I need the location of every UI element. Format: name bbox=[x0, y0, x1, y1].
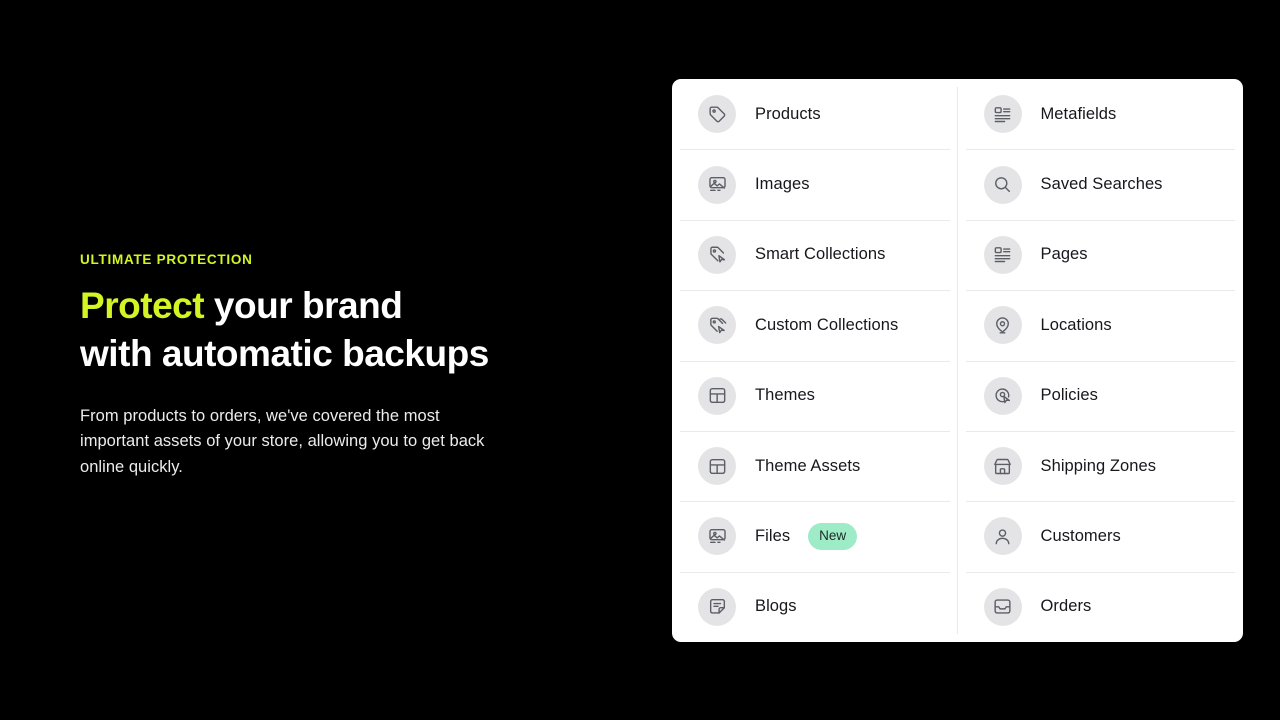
backup-assets-card: Products Images Smart Collections Custom Co… bbox=[672, 79, 1243, 642]
inbox-icon bbox=[983, 587, 1022, 626]
search-icon bbox=[983, 165, 1022, 204]
hero-section: ULTIMATE PROTECTION Protect your brand w… bbox=[0, 0, 1280, 720]
tag-cursor-icon bbox=[698, 235, 736, 274]
person-icon bbox=[983, 517, 1022, 556]
image-icon bbox=[698, 517, 736, 556]
asset-row-label: Custom Collections bbox=[755, 315, 899, 334]
tags-cursor-icon bbox=[698, 306, 736, 345]
headline-line-2: with automatic backups bbox=[80, 333, 489, 375]
asset-row-label: Saved Searches bbox=[1040, 175, 1163, 194]
asset-row-label: Blogs bbox=[755, 597, 797, 616]
store-icon bbox=[983, 447, 1022, 486]
asset-row[interactable]: Saved Searches bbox=[958, 149, 1244, 219]
asset-row[interactable]: Files New bbox=[672, 501, 958, 571]
hero-description: From products to orders, we've covered t… bbox=[80, 407, 485, 476]
asset-row-label: Products bbox=[755, 104, 821, 123]
asset-row[interactable]: Customers bbox=[958, 501, 1244, 571]
status-badge: New bbox=[808, 523, 858, 550]
asset-row[interactable]: Blogs bbox=[672, 571, 958, 642]
asset-row-label: Policies bbox=[1040, 386, 1098, 405]
tag-icon bbox=[698, 95, 736, 134]
asset-row[interactable]: Products bbox=[672, 79, 958, 149]
asset-row-label: Smart Collections bbox=[755, 245, 886, 264]
asset-row[interactable]: Custom Collections bbox=[672, 290, 958, 360]
text-block-icon bbox=[983, 235, 1022, 274]
note-icon bbox=[698, 587, 736, 626]
page-title: Protect your brand with automatic backup… bbox=[80, 282, 580, 378]
headline-rest: your brand bbox=[204, 285, 403, 327]
asset-row[interactable]: Locations bbox=[958, 290, 1244, 360]
asset-row[interactable]: Metafields bbox=[958, 79, 1244, 149]
asset-row-label: Images bbox=[755, 175, 810, 194]
asset-row-label: Customers bbox=[1040, 526, 1121, 545]
assets-column-left: Products Images Smart Collections Custom Co… bbox=[672, 79, 958, 642]
asset-row-label: Shipping Zones bbox=[1040, 456, 1157, 475]
asset-row-label: Theme Assets bbox=[755, 456, 861, 475]
asset-row[interactable]: Images bbox=[672, 149, 958, 219]
asset-row[interactable]: Themes bbox=[672, 360, 958, 431]
asset-row-label: Pages bbox=[1040, 245, 1088, 264]
asset-row[interactable]: Orders bbox=[958, 571, 1244, 642]
text-block-icon bbox=[983, 95, 1022, 134]
layout-icon bbox=[698, 447, 736, 486]
asset-row[interactable]: Pages bbox=[958, 219, 1244, 290]
image-icon bbox=[698, 165, 736, 204]
asset-row-label: Files bbox=[755, 526, 791, 545]
asset-row-label: Orders bbox=[1040, 597, 1092, 616]
asset-row[interactable]: Smart Collections bbox=[672, 219, 958, 290]
asset-row-label: Metafields bbox=[1040, 104, 1117, 123]
layout-icon bbox=[698, 376, 736, 415]
eyebrow-label: ULTIMATE PROTECTION bbox=[80, 252, 253, 267]
asset-row-label: Themes bbox=[755, 386, 815, 405]
target-cursor-icon bbox=[983, 376, 1022, 415]
asset-row[interactable]: Shipping Zones bbox=[958, 430, 1244, 501]
asset-row[interactable]: Theme Assets bbox=[672, 430, 958, 501]
map-pin-icon bbox=[983, 306, 1022, 345]
assets-column-right: Metafields Saved Searches Pages Locations Po… bbox=[958, 79, 1244, 642]
headline-highlight: Protect bbox=[80, 285, 205, 327]
asset-row-label: Locations bbox=[1040, 315, 1112, 334]
hero-copy: ULTIMATE PROTECTION Protect your brand w… bbox=[80, 252, 580, 480]
asset-row[interactable]: Policies bbox=[958, 360, 1244, 431]
